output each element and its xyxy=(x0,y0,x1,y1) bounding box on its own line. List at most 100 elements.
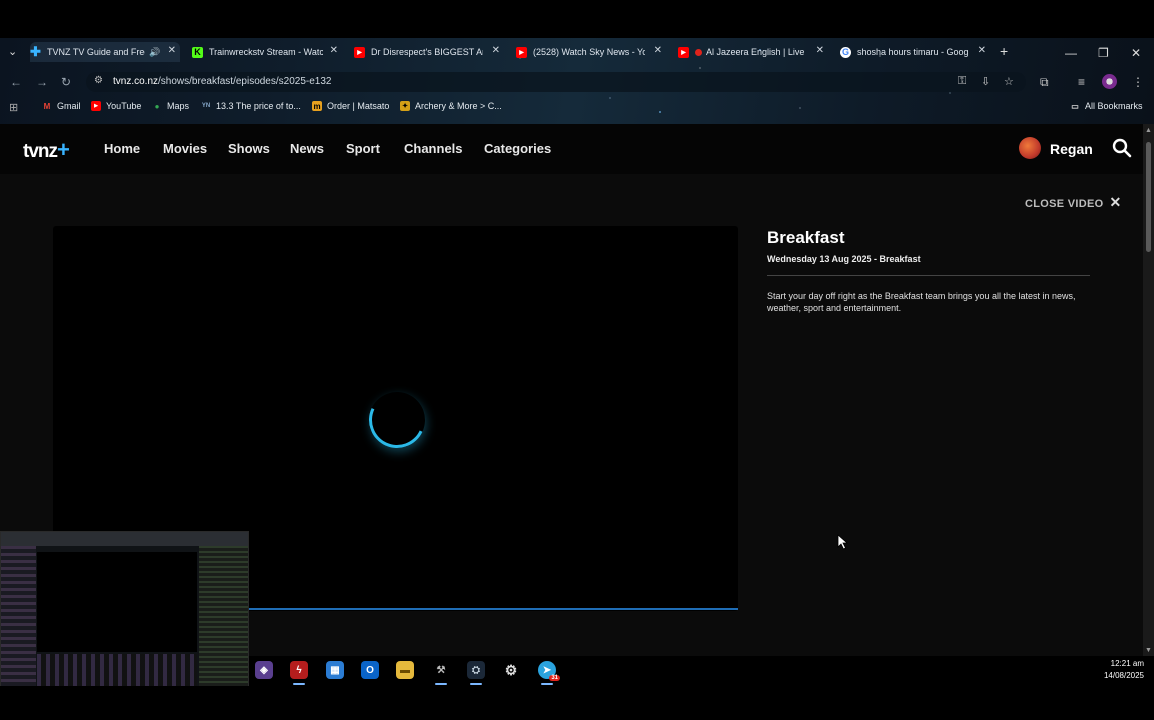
forward-icon[interactable]: → xyxy=(36,75,48,89)
audio-icon[interactable]: 🔊 xyxy=(149,47,160,58)
url-text[interactable]: tvnz.co.nz/shows/breakfast/episodes/s202… xyxy=(113,76,331,87)
scroll-up-icon[interactable]: ▲ xyxy=(1145,127,1152,134)
close-tab-icon[interactable]: ✕ xyxy=(168,45,176,56)
tab-kick[interactable]: K Trainwreckstv Stream - Watc ✕ xyxy=(192,42,342,62)
scrollbar-thumb[interactable] xyxy=(1146,142,1151,252)
flash-icon[interactable]: ϟ xyxy=(290,661,308,679)
copilot-icon[interactable]: ◈ xyxy=(255,661,273,679)
install-app-icon[interactable]: ⇩ xyxy=(981,75,990,88)
bookmark-archery[interactable]: ✦ Archery & More > C... xyxy=(400,101,502,111)
apps-grid-icon[interactable]: ⊞ xyxy=(9,101,18,114)
tvnz-plus-icon: ✚ xyxy=(30,44,41,59)
bookmark-youtube[interactable]: ▶ YouTube xyxy=(91,101,141,111)
screen-top-band xyxy=(0,0,1154,38)
tab-title: Al Jazeera English | Live xyxy=(706,47,805,57)
bookmark-maps[interactable]: ● Maps xyxy=(152,101,189,111)
live-dot-icon xyxy=(695,48,702,56)
tab-search-icon[interactable]: ⌄ xyxy=(8,45,17,58)
steam-icon[interactable]: ⛭ xyxy=(467,661,485,679)
restore-icon[interactable]: ❐ xyxy=(1098,46,1109,60)
site-header: tvnz+ Home Movies Shows News Sport Chann… xyxy=(0,124,1143,174)
user-name[interactable]: Regan xyxy=(1050,141,1093,157)
close-tab-icon[interactable]: ✕ xyxy=(492,45,500,56)
site-info-icon[interactable]: ⚙ xyxy=(94,75,103,86)
tab-youtube-sky[interactable]: ▶ (2528) Watch Sky News - Yo ✕ xyxy=(516,42,666,62)
close-tab-icon[interactable]: ✕ xyxy=(978,45,986,56)
browser-chrome: ⌄ ✚ TVNZ TV Guide and Free 🔊 ✕ K Trainwr… xyxy=(0,38,1154,124)
close-window-icon[interactable]: ✕ xyxy=(1131,46,1141,60)
logo-plus: + xyxy=(57,137,70,162)
screen-bottom-band xyxy=(0,686,1154,720)
tvnz-logo[interactable]: tvnz+ xyxy=(23,137,70,163)
close-tab-icon[interactable]: ✕ xyxy=(330,45,338,56)
nav-movies[interactable]: Movies xyxy=(163,141,207,156)
tab-tvnz[interactable]: ✚ TVNZ TV Guide and Free 🔊 ✕ xyxy=(30,42,180,62)
store-icon[interactable]: ▦ xyxy=(326,661,344,679)
tool-icon[interactable]: ⚒ xyxy=(432,661,450,679)
file-explorer-icon[interactable]: ▬ xyxy=(396,661,414,679)
bookmark-matsato[interactable]: m Order | Matsato xyxy=(312,101,389,111)
tab-title: (2528) Watch Sky News - Yo xyxy=(533,47,645,57)
bookmark-label: 13.3 The price of to... xyxy=(216,101,301,111)
menu-icon[interactable]: ⋮ xyxy=(1132,75,1144,89)
nav-categories[interactable]: Categories xyxy=(484,141,551,156)
nav-news[interactable]: News xyxy=(290,141,324,156)
page-scrollbar[interactable]: ▲ ▼ xyxy=(1143,124,1154,656)
tab-title: TVNZ TV Guide and Free xyxy=(47,47,145,57)
clock-date: 14/08/2025 xyxy=(1103,671,1144,680)
episode-description: Start your day off right as the Breakfas… xyxy=(767,291,1076,313)
archery-icon: ✦ xyxy=(400,101,410,111)
extensions-icon[interactable]: ⧉ xyxy=(1040,75,1049,90)
minimize-icon[interactable]: — xyxy=(1065,46,1077,60)
loading-spinner-icon xyxy=(361,384,433,456)
bookmark-gmail[interactable]: M Gmail xyxy=(42,101,81,111)
system-clock[interactable]: 12:21 am 14/08/2025 xyxy=(1104,658,1144,682)
password-key-icon[interactable]: ⚿ xyxy=(958,75,966,88)
bookmark-label: Maps xyxy=(167,101,190,111)
nav-sport[interactable]: Sport xyxy=(346,141,380,156)
youtube-icon: ▶ xyxy=(91,101,101,111)
bookmark-star-icon[interactable]: ☆ xyxy=(1004,75,1014,88)
media-control-icon[interactable]: ≡ xyxy=(1078,75,1085,89)
episode-title: Breakfast xyxy=(767,228,845,247)
tab-google[interactable]: G shosha hours timaru - Goog ✕ xyxy=(840,42,990,62)
close-video-label: CLOSE VIDEO xyxy=(1025,198,1104,210)
tab-youtube-aljazeera[interactable]: ▶ Al Jazeera English | Live ✕ xyxy=(678,42,828,62)
close-icon: ✕ xyxy=(1109,194,1122,210)
preview-tabbar xyxy=(1,532,248,546)
kick-icon: K xyxy=(192,46,203,58)
active-indicator xyxy=(435,683,447,685)
preview-sidebar xyxy=(1,546,36,686)
active-indicator xyxy=(293,683,305,685)
close-tab-icon[interactable]: ✕ xyxy=(816,45,824,56)
telegram-icon[interactable]: ➤ 31 xyxy=(538,661,560,681)
tab-title: Dr Disrespect's BIGGEST An xyxy=(371,47,483,57)
bookmark-price[interactable]: YN 13.3 The price of to... xyxy=(201,101,301,111)
doc-icon: YN xyxy=(201,103,211,109)
address-bar[interactable]: ⚙ tvnz.co.nz/shows/breakfast/episodes/s2… xyxy=(86,72,1026,92)
nav-shows[interactable]: Shows xyxy=(228,141,270,156)
matsato-icon: m xyxy=(312,101,322,111)
reload-icon[interactable]: ↻ xyxy=(61,75,71,89)
profile-avatar-icon[interactable] xyxy=(1102,74,1117,89)
search-icon[interactable] xyxy=(1112,138,1132,158)
close-tab-icon[interactable]: ✕ xyxy=(654,45,662,56)
mouse-cursor-icon xyxy=(837,534,849,550)
nav-channels[interactable]: Channels xyxy=(404,141,463,156)
scroll-down-icon[interactable]: ▼ xyxy=(1145,647,1152,654)
all-bookmarks[interactable]: ▭ All Bookmarks xyxy=(1070,101,1142,111)
nav-home[interactable]: Home xyxy=(104,141,140,156)
outlook-icon[interactable]: O xyxy=(361,661,379,679)
tab-youtube-dr[interactable]: ▶ Dr Disrespect's BIGGEST An ✕ xyxy=(354,42,504,62)
settings-icon[interactable]: ⚙ xyxy=(502,661,520,679)
tab-strip: ⌄ ✚ TVNZ TV Guide and Free 🔊 ✕ K Trainwr… xyxy=(0,42,1154,62)
notification-badge: 31 xyxy=(549,675,560,681)
back-icon[interactable]: ← xyxy=(10,75,22,89)
bookmark-label: YouTube xyxy=(106,101,142,111)
close-video-button[interactable]: CLOSE VIDEO ✕ xyxy=(1025,194,1122,211)
stream-preview-thumbnail[interactable] xyxy=(0,531,249,687)
new-tab-button[interactable]: + xyxy=(1000,43,1008,59)
user-avatar[interactable] xyxy=(1019,137,1041,159)
preview-info xyxy=(37,654,197,686)
logo-text: tvnz xyxy=(23,141,58,162)
